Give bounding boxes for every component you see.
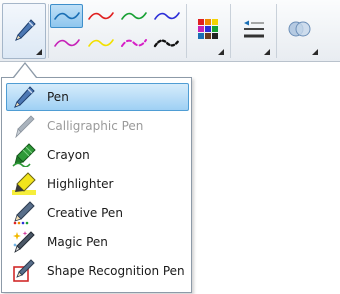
pen-type-menu: Pen Calligraphic Pen Crayon Highlighter — [1, 77, 192, 293]
line-swatch[interactable] — [50, 4, 83, 28]
menu-item-label: Pen — [47, 90, 69, 104]
line-properties-button[interactable] — [232, 3, 274, 59]
line-style-icon — [88, 12, 114, 20]
transparency-icon — [288, 21, 311, 37]
dropdown-arrow-icon — [36, 49, 42, 55]
line-style-icon — [153, 38, 181, 48]
menu-item-shape-recognition-pen[interactable]: Shape Recognition Pen — [6, 257, 189, 285]
crayon-icon — [12, 143, 36, 167]
line-swatch[interactable] — [117, 4, 150, 28]
pen-icon — [15, 19, 36, 41]
color-palette-button[interactable] — [188, 3, 228, 59]
pen-toolbar — [0, 0, 340, 62]
creative-pen-icon — [13, 201, 35, 225]
menu-item-highlighter[interactable]: Highlighter — [6, 170, 189, 198]
menu-item-label: Calligraphic Pen — [47, 119, 144, 133]
line-style-icon — [54, 39, 80, 47]
line-style-icon — [154, 12, 180, 20]
line-swatch[interactable] — [50, 31, 83, 55]
magic-pen-icon — [13, 231, 35, 253]
menu-item-label: Shape Recognition Pen — [47, 264, 185, 278]
line-style-icon — [121, 12, 147, 20]
menu-item-label: Crayon — [47, 148, 90, 162]
toolbar-separator — [186, 4, 187, 58]
menu-item-label: Creative Pen — [47, 206, 123, 220]
menu-item-calligraphic-pen[interactable]: Calligraphic Pen — [6, 112, 189, 140]
toolbar-separator — [48, 4, 49, 58]
shape-recognition-pen-icon — [13, 259, 35, 282]
menu-item-pen[interactable]: Pen — [6, 83, 189, 111]
dropdown-arrow-icon — [264, 49, 270, 55]
pen-tool-button[interactable] — [2, 3, 46, 59]
line-swatch[interactable] — [150, 31, 183, 55]
dropdown-arrow-icon — [218, 49, 224, 55]
line-swatch[interactable] — [84, 4, 117, 28]
line-properties-icon — [244, 20, 264, 38]
line-style-icon — [121, 39, 147, 47]
calligraphic-pen-icon — [15, 115, 35, 138]
line-style-icon — [88, 39, 114, 47]
dropdown-arrow-icon — [312, 49, 318, 55]
menu-item-label: Magic Pen — [47, 235, 108, 249]
menu-item-crayon[interactable]: Crayon — [6, 141, 189, 169]
line-style-icon — [54, 12, 80, 20]
line-swatch[interactable] — [84, 31, 117, 55]
toolbar-separator — [230, 4, 231, 58]
menu-pointer-fill — [14, 64, 36, 78]
transparency-button[interactable] — [278, 3, 322, 59]
line-swatch[interactable] — [117, 31, 150, 55]
pen-icon — [14, 86, 35, 108]
menu-item-creative-pen[interactable]: Creative Pen — [6, 199, 189, 227]
toolbar-separator — [276, 4, 277, 58]
menu-item-magic-pen[interactable]: Magic Pen — [6, 228, 189, 256]
color-palette-icon — [198, 19, 218, 39]
line-swatch[interactable] — [150, 4, 183, 28]
highlighter-icon — [12, 172, 36, 195]
menu-item-label: Highlighter — [47, 177, 114, 191]
